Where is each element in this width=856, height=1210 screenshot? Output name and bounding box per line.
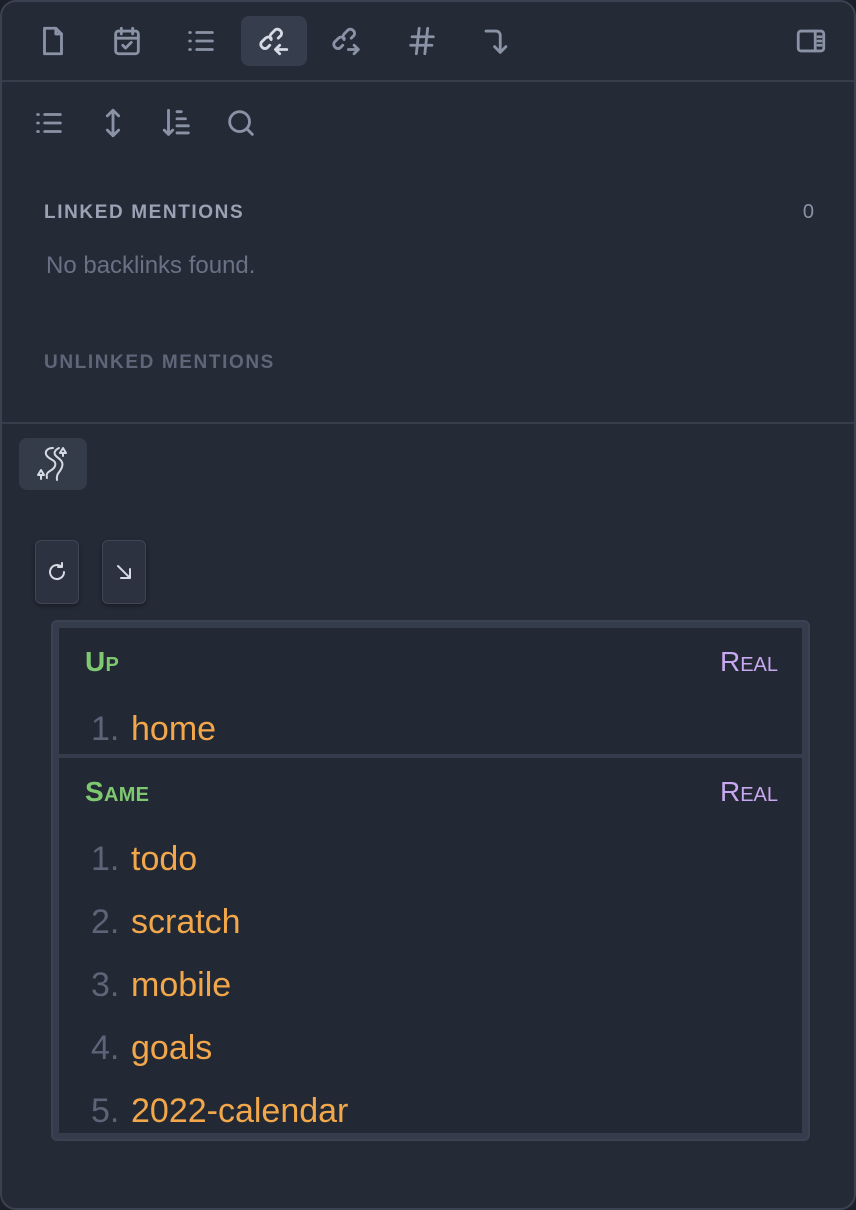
files-tab[interactable] [20, 16, 86, 66]
sidebar-right-icon [796, 29, 826, 53]
list-icon [188, 31, 214, 51]
same-link-list: 1. todo 2. scratch 3. mobile 4. goals 5. [91, 840, 348, 1155]
list-item: 1. todo [91, 840, 348, 903]
collapse-results-button[interactable] [24, 98, 74, 148]
list-icon [36, 113, 62, 133]
list-item: 5. 2022-calendar [91, 1092, 348, 1155]
list-item: 2. scratch [91, 903, 348, 966]
note-link[interactable]: scratch [131, 903, 241, 942]
sort-button[interactable] [152, 98, 202, 148]
square-kind-up: Real [719, 646, 778, 677]
note-link[interactable]: 2022-calendar [131, 1092, 348, 1131]
item-number: 2. [91, 903, 120, 941]
calendar-tab[interactable] [94, 16, 160, 66]
item-number: 5. [91, 1092, 120, 1130]
winding-road-trees-icon [37, 447, 67, 481]
refresh-icon [49, 562, 66, 581]
right-sidebar-pane: LINKED MENTIONS 0 No backlinks found. UN… [0, 0, 856, 1210]
square-title-same: Same [85, 776, 150, 807]
show-more-context-button[interactable] [88, 98, 138, 148]
breadcrumbs-tab[interactable] [463, 16, 529, 66]
list-item: 3. mobile [91, 966, 348, 1029]
search-button[interactable] [216, 98, 266, 148]
breadcrumbs-matrix: Up Real 1. home Same Real 1. todo 2. scr… [51, 620, 810, 1141]
pane-divider [2, 422, 854, 424]
backlinks-toolbar [2, 94, 854, 154]
calendar-check-icon [114, 26, 140, 56]
note-link[interactable]: goals [131, 1029, 212, 1068]
hash-icon [409, 26, 435, 56]
square-kind-same: Real [719, 776, 778, 807]
item-number: 4. [91, 1029, 120, 1067]
refresh-button[interactable] [35, 540, 79, 604]
item-number: 1. [91, 840, 120, 878]
outline-tab[interactable] [168, 16, 234, 66]
note-link[interactable]: mobile [131, 966, 231, 1005]
arrow-down-right-icon [117, 565, 131, 579]
tags-tab[interactable] [389, 16, 455, 66]
item-number: 1. [91, 710, 120, 748]
search-icon [228, 110, 254, 136]
file-icon [43, 26, 63, 56]
sidebar-tab-header [2, 2, 854, 82]
expand-vertical-icon [105, 108, 121, 138]
note-link[interactable]: home [131, 710, 216, 749]
matrix-square-same: Same Real 1. todo 2. scratch 3. mobile 4… [59, 758, 802, 1133]
linked-mentions-count: 0 [802, 201, 814, 223]
item-number: 3. [91, 966, 120, 1004]
unlinked-mentions-heading[interactable]: UNLINKED MENTIONS [44, 352, 275, 374]
backlinks-tab[interactable] [241, 16, 307, 66]
linked-mentions-heading[interactable]: LINKED MENTIONS [44, 202, 244, 224]
square-title-up: Up [85, 646, 120, 677]
open-in-view-button[interactable] [102, 540, 146, 604]
note-link[interactable]: todo [131, 840, 197, 879]
link-incoming-icon [259, 27, 289, 56]
list-item: 4. goals [91, 1029, 348, 1092]
outgoing-links-tab[interactable] [314, 16, 380, 66]
sort-icon [162, 108, 190, 136]
link-outgoing-icon [332, 27, 360, 56]
toggle-sidebar-button[interactable] [778, 16, 844, 66]
corner-down-icon [484, 29, 508, 54]
breadcrumbs-plugin-tab[interactable] [19, 438, 87, 490]
no-backlinks-message: No backlinks found. [46, 252, 256, 279]
matrix-square-up: Up Real 1. home [59, 628, 802, 754]
